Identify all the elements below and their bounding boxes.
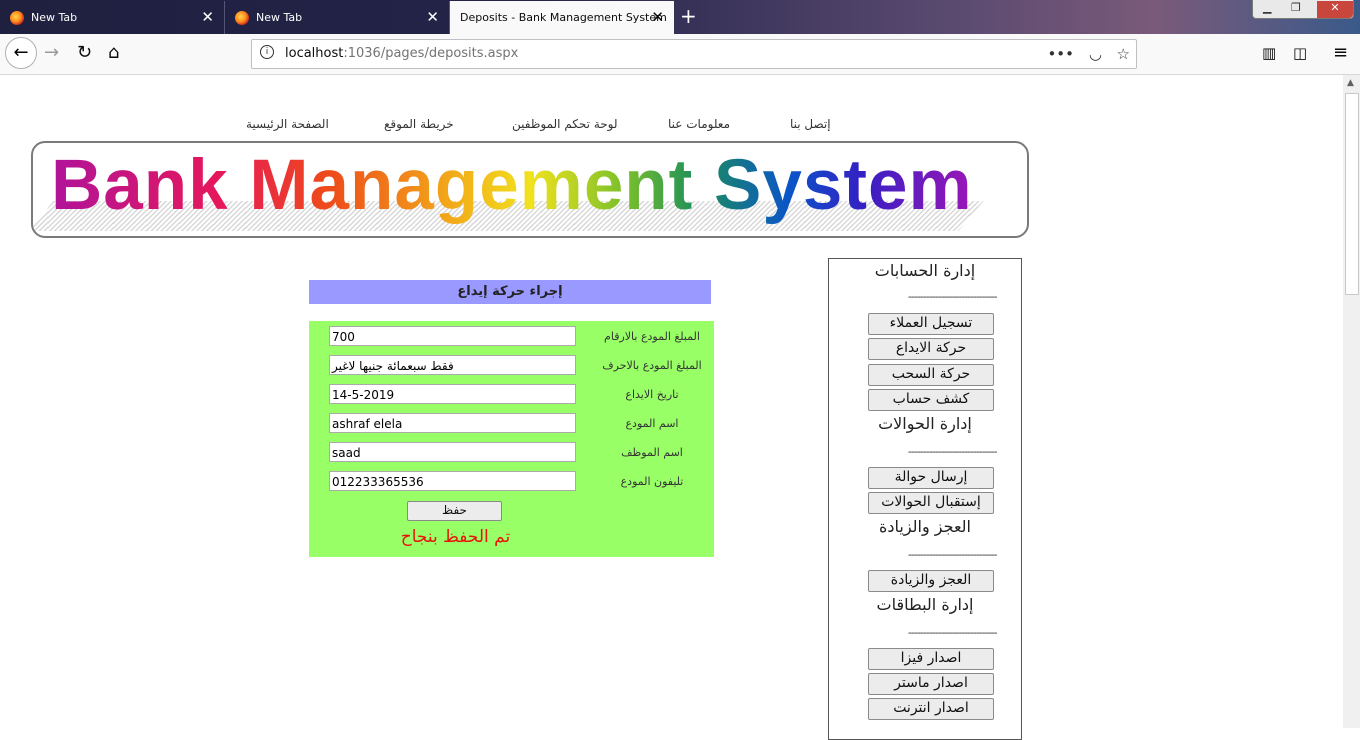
depositor-name-input[interactable]: ashraf elela	[329, 413, 576, 433]
sidebar-divider: ------------------------------	[907, 290, 997, 303]
register-customers-button[interactable]: تسجيل العملاء	[868, 313, 994, 335]
reload-icon[interactable]: ↻	[77, 42, 92, 63]
sidebar-divider: ------------------------------	[907, 626, 997, 639]
account-statement-button[interactable]: كشف حساب	[868, 389, 994, 411]
receive-transfers-button[interactable]: إستقبال الحوالات	[868, 492, 994, 514]
page-scrollbar[interactable]: ▲	[1343, 75, 1360, 728]
amount-digits-input[interactable]: 700	[329, 326, 576, 346]
close-tab-icon[interactable]: ✕	[651, 8, 664, 26]
firefox-icon	[10, 11, 24, 25]
nav-contact-link[interactable]: إتصل بنا	[790, 117, 831, 131]
amount-digits-label: المبلغ المودع بالارقام	[604, 330, 700, 343]
page-actions-icon[interactable]: •••	[1047, 45, 1074, 63]
site-banner: Bank Management System	[31, 141, 1029, 238]
nav-about-link[interactable]: معلومات عنا	[668, 117, 730, 131]
depositor-phone-label: تليفون المودع	[620, 475, 684, 488]
sidebar-section-title: إدارة البطاقات	[876, 595, 974, 614]
url-bar[interactable]: i localhost:1036/pages/deposits.aspx •••…	[251, 39, 1137, 69]
url-host: localhost	[285, 46, 344, 61]
forward-icon[interactable]: →	[44, 42, 59, 63]
issue-master-button[interactable]: اصدار ماستر	[868, 673, 994, 695]
issue-internet-button[interactable]: اصدار انترنت	[868, 698, 994, 720]
depositor-name-label: اسم المودع	[625, 417, 679, 430]
tab-new-1[interactable]: New Tab ✕	[0, 1, 225, 34]
maximize-icon[interactable]: ❐	[1291, 1, 1301, 14]
depositor-phone-input[interactable]: 012233365536	[329, 471, 576, 491]
sidebar-divider: ------------------------------	[907, 548, 997, 561]
banner-title: Bank Management System	[51, 146, 973, 225]
success-message: تم الحفظ بنجاح	[400, 527, 511, 547]
tab-title: Deposits - Bank Management System	[460, 11, 667, 24]
firefox-icon	[235, 11, 249, 25]
amount-words-input[interactable]: فقط سبعمائة جنيها لاغير	[329, 355, 576, 375]
sidebar-toggle-icon[interactable]: ◫	[1293, 44, 1307, 62]
home-icon[interactable]: ⌂	[108, 42, 119, 63]
pocket-icon[interactable]: ◡	[1089, 45, 1102, 63]
deposit-movement-button[interactable]: حركة الايداع	[868, 338, 994, 360]
tab-strip: New Tab ✕ New Tab ✕ Deposits - Bank Mana…	[0, 0, 1360, 34]
form-header: إجراء حركة إيداع	[309, 280, 711, 304]
nav-dashboard-link[interactable]: لوحة تحكم الموظفين	[512, 117, 618, 131]
sidebar-section-title: العجز والزيادة	[879, 517, 971, 536]
sidebar-divider: ------------------------------	[907, 445, 997, 458]
nav-sitemap-link[interactable]: خريطة الموقع	[384, 117, 454, 131]
menu-icon[interactable]: ≡	[1333, 42, 1348, 63]
withdraw-movement-button[interactable]: حركة السحب	[868, 364, 994, 386]
tab-title: New Tab	[256, 11, 303, 24]
library-icon[interactable]: ▥	[1262, 44, 1276, 62]
deficit-surplus-button[interactable]: العجز والزيادة	[868, 570, 994, 592]
amount-words-label: المبلغ المودع بالاحرف	[602, 359, 702, 372]
issue-visa-button[interactable]: اصدار فيزا	[868, 648, 994, 670]
deposit-form: المبلغ المودع بالارقام 700 المبلغ المودع…	[309, 321, 714, 557]
nav-home-link[interactable]: الصفحة الرئيسية	[246, 117, 329, 131]
bookmark-star-icon[interactable]: ☆	[1117, 45, 1130, 63]
sidebar-section-title: إدارة الحوالات	[878, 414, 972, 433]
new-tab-icon[interactable]: +	[680, 4, 697, 28]
sidebar-menu: إدارة الحسابات -------------------------…	[828, 258, 1022, 740]
scroll-thumb[interactable]	[1345, 93, 1359, 295]
save-button[interactable]: حفظ	[407, 501, 502, 521]
info-icon[interactable]: i	[260, 45, 274, 59]
minimize-icon[interactable]: ▁	[1263, 1, 1271, 14]
back-icon[interactable]: ←	[5, 37, 37, 69]
tab-title: New Tab	[31, 11, 78, 24]
tab-deposits[interactable]: Deposits - Bank Management System ✕	[450, 1, 674, 34]
employee-name-input[interactable]: saad	[329, 442, 576, 462]
nav-bar: ← → ↻ ⌂ i localhost:1036/pages/deposits.…	[0, 34, 1360, 75]
close-tab-icon[interactable]: ✕	[201, 8, 214, 26]
tab-new-2[interactable]: New Tab ✕	[225, 1, 450, 34]
close-tab-icon[interactable]: ✕	[426, 8, 439, 26]
sidebar-section-title: إدارة الحسابات	[874, 261, 976, 280]
window-controls: ▁ ❐ ✕	[1252, 0, 1354, 19]
employee-name-label: اسم الموظف	[621, 446, 683, 459]
url-path: :1036/pages/deposits.aspx	[343, 46, 519, 61]
deposit-date-input[interactable]: 14-5-2019	[329, 384, 576, 404]
send-transfer-button[interactable]: إرسال حوالة	[868, 467, 994, 489]
close-window-icon[interactable]: ✕	[1317, 1, 1353, 18]
deposit-date-label: تاريخ الايداع	[625, 388, 679, 401]
scroll-up-icon[interactable]: ▲	[1347, 78, 1354, 88]
